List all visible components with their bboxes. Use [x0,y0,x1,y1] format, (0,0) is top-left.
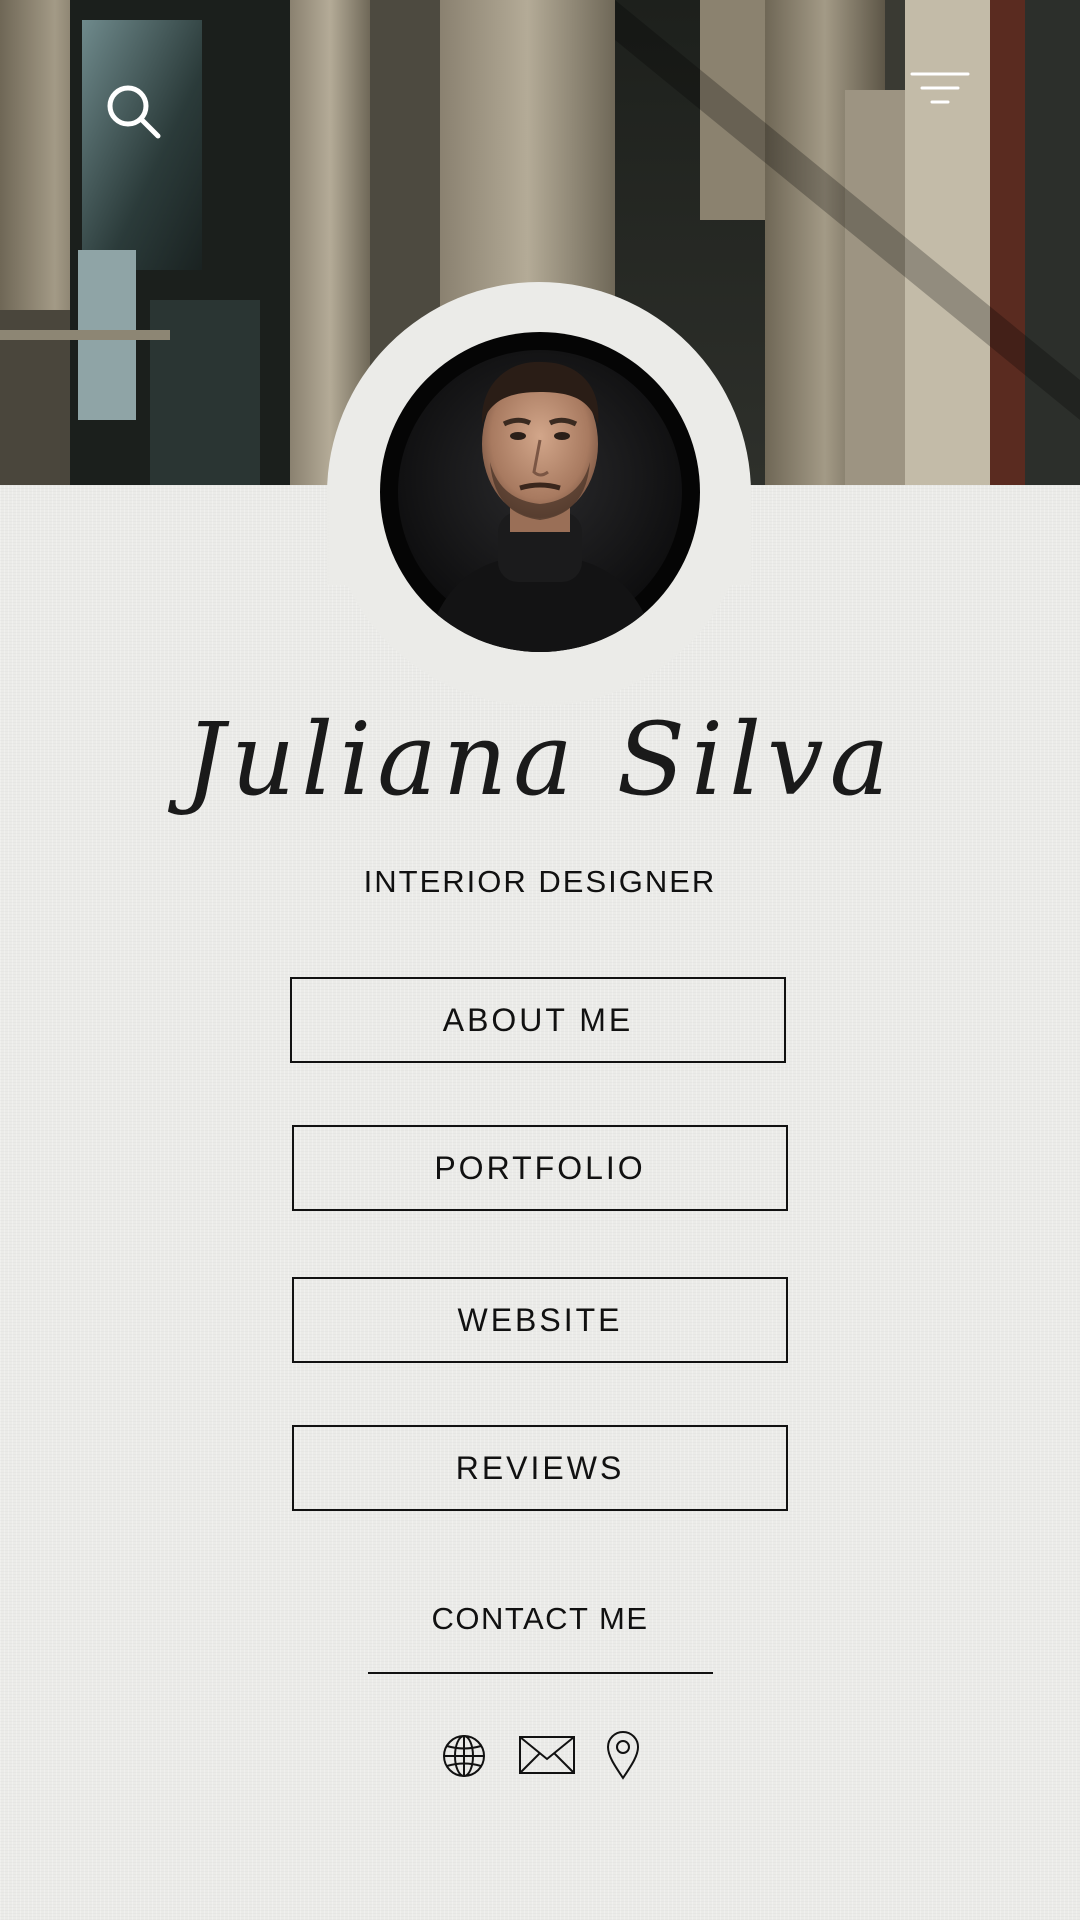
contact-divider [368,1672,713,1674]
menu-button[interactable] [904,66,972,110]
location-button[interactable] [605,1730,641,1780]
globe-icon [443,1735,485,1777]
profile-avatar [380,332,700,652]
search-icon [107,85,161,139]
location-pin-icon [606,1731,640,1780]
search-button[interactable] [104,82,164,142]
mail-button[interactable] [518,1735,576,1775]
globe-button[interactable] [441,1733,487,1779]
profile-role: INTERIOR DESIGNER [363,864,717,899]
contact-me-link[interactable]: CONTACT ME [0,1597,1080,1641]
about-me-button[interactable]: ABOUT ME [290,977,786,1063]
portrait-illustration [398,350,682,652]
reviews-button[interactable]: REVIEWS [292,1425,788,1511]
portfolio-button[interactable]: PORTFOLIO [292,1125,788,1211]
website-button[interactable]: WEBSITE [292,1277,788,1363]
mail-icon [519,1736,575,1774]
profile-name: Juliana Silva [184,701,896,818]
menu-icon [910,72,970,104]
